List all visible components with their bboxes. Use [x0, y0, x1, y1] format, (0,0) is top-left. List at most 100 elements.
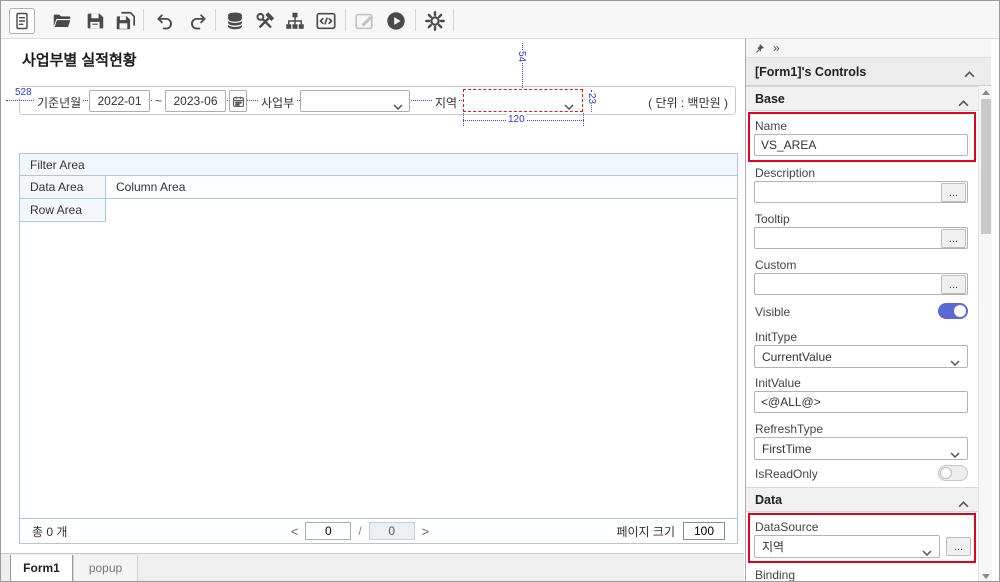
- panel-pin-strip: »: [746, 39, 991, 58]
- filter-area[interactable]: Filter Area: [20, 154, 737, 176]
- inittype-select[interactable]: CurrentValue: [754, 345, 968, 368]
- chevron-down-icon: [950, 355, 960, 369]
- refreshtype-label: RefreshType: [755, 422, 823, 436]
- database-icon[interactable]: [222, 8, 248, 34]
- division-select[interactable]: [300, 90, 410, 112]
- grid-pager: 총 0 개 < / > 페이지 크기: [20, 518, 737, 543]
- tooltip-label: Tooltip: [755, 212, 790, 226]
- edit-icon[interactable]: [351, 8, 377, 34]
- period-from-input[interactable]: [89, 90, 150, 112]
- panel-scrollbar[interactable]: [978, 86, 992, 582]
- alignment-guide-vertical: [522, 43, 523, 88]
- page-separator: /: [358, 524, 361, 538]
- period-label: 기준년월: [35, 94, 83, 111]
- name-label: Name: [755, 119, 787, 133]
- toolbar-separator: [215, 9, 216, 31]
- tab-popup[interactable]: popup: [73, 555, 138, 582]
- hierarchy-icon[interactable]: [282, 8, 308, 34]
- section-base[interactable]: Base: [746, 86, 991, 111]
- chevron-up-icon: [958, 497, 969, 511]
- main-toolbar: [1, 1, 1000, 39]
- scroll-up-icon[interactable]: [982, 90, 990, 95]
- toggle-knob: [940, 467, 952, 479]
- new-document-icon[interactable]: [9, 8, 35, 34]
- form-tab-bar: Form1 popup: [1, 553, 744, 582]
- inittype-label: InitType: [755, 330, 797, 344]
- tooltip-input[interactable]: [754, 227, 968, 249]
- toolbar-separator: [345, 9, 346, 31]
- pin-icon[interactable]: [754, 43, 765, 54]
- total-count-label: 총 0 개: [32, 523, 67, 540]
- refreshtype-select[interactable]: FirstTime: [754, 437, 968, 460]
- prev-page-button[interactable]: <: [291, 524, 299, 539]
- code-icon[interactable]: [313, 8, 339, 34]
- section-data[interactable]: Data: [746, 487, 991, 512]
- page-size-input[interactable]: [683, 522, 725, 540]
- period-to-input[interactable]: [165, 90, 226, 112]
- tools-icon[interactable]: [252, 8, 278, 34]
- period-separator: ~: [153, 94, 164, 108]
- datasource-ellipsis-button[interactable]: ...: [946, 537, 971, 556]
- app-window: 사업부별 실적현황 528 54 기준년월 ~ 사업부 지역 23 120 ( …: [0, 0, 1000, 582]
- toggle-knob: [954, 305, 966, 317]
- current-page-input[interactable]: [305, 522, 351, 540]
- save-icon[interactable]: [82, 8, 108, 34]
- name-input[interactable]: [754, 134, 968, 156]
- description-label: Description: [755, 166, 815, 180]
- pivot-grid: Filter Area Data Area Column Area Row Ar…: [19, 153, 738, 544]
- form-design-canvas: 사업부별 실적현황 528 54 기준년월 ~ 사업부 지역 23 120 ( …: [2, 39, 744, 553]
- visible-toggle[interactable]: [938, 303, 968, 319]
- data-area[interactable]: Data Area: [20, 176, 106, 198]
- chevron-down-icon: [922, 545, 932, 559]
- tooltip-ellipsis-button[interactable]: ...: [941, 229, 966, 248]
- undo-icon[interactable]: [151, 8, 177, 34]
- initvalue-label: InitValue: [755, 376, 801, 390]
- next-page-button[interactable]: >: [422, 524, 430, 539]
- datasource-label: DataSource: [755, 520, 818, 534]
- scrollbar-thumb[interactable]: [981, 99, 991, 234]
- column-area[interactable]: Column Area: [106, 176, 737, 198]
- save-all-icon[interactable]: [112, 8, 138, 34]
- pagination: < / >: [270, 522, 450, 540]
- calendar-icon: [232, 95, 245, 108]
- region-select-selected[interactable]: [463, 89, 583, 112]
- guide-offset-x-label: 528: [14, 87, 33, 98]
- chevron-up-icon: [958, 96, 969, 110]
- width-dimension-label: 120: [507, 114, 526, 125]
- toolbar-separator: [453, 9, 454, 31]
- toolbar-separator: [415, 9, 416, 31]
- settings-icon[interactable]: [422, 8, 448, 34]
- scroll-down-icon[interactable]: [982, 574, 990, 579]
- custom-label: Custom: [755, 258, 796, 272]
- toolbar-separator: [143, 9, 144, 31]
- height-dimension-label: 23: [585, 93, 598, 104]
- unit-note: ( 단위 : 백만원 ): [596, 94, 728, 111]
- tab-form1[interactable]: Form1: [10, 555, 73, 582]
- visible-label: Visible: [755, 305, 790, 319]
- redo-icon[interactable]: [185, 8, 211, 34]
- division-label: 사업부: [259, 94, 296, 111]
- datasource-select[interactable]: 지역: [754, 535, 940, 558]
- total-pages-field: [369, 522, 415, 540]
- description-ellipsis-button[interactable]: ...: [941, 183, 966, 202]
- calendar-button[interactable]: [229, 90, 247, 112]
- chevron-down-icon: [564, 99, 574, 113]
- row-area[interactable]: Row Area: [20, 199, 106, 222]
- run-icon[interactable]: [383, 8, 409, 34]
- grid-middle-row: Data Area Column Area: [20, 176, 737, 199]
- binding-label: Binding: [755, 568, 795, 582]
- region-label: 지역: [433, 94, 459, 111]
- page-size-label: 페이지 크기: [616, 523, 675, 540]
- isreadonly-toggle[interactable]: [938, 465, 968, 481]
- guide-offset-y-label: 54: [515, 51, 528, 62]
- custom-input[interactable]: [754, 273, 968, 295]
- chevron-down-icon: [950, 447, 960, 461]
- description-input[interactable]: [754, 181, 968, 203]
- page-size-group: 페이지 크기: [616, 522, 725, 540]
- chevron-up-icon: [964, 67, 975, 81]
- collapse-panel-icon[interactable]: »: [773, 41, 779, 55]
- initvalue-input[interactable]: [754, 391, 968, 413]
- open-folder-icon[interactable]: [49, 8, 75, 34]
- panel-title[interactable]: [Form1]'s Controls: [746, 58, 991, 86]
- custom-ellipsis-button[interactable]: ...: [941, 275, 966, 294]
